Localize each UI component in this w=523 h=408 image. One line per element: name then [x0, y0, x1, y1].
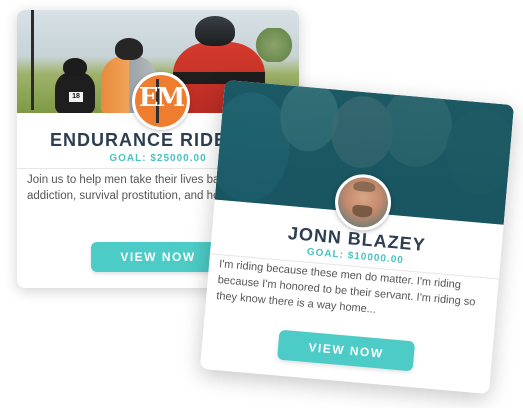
- rider-card[interactable]: JONN BLAZEY GOAL: $10000.00 I'm riding b…: [199, 79, 515, 395]
- campaign-cards-stage: 18 EM ENDURANCE RIDE 201 GOAL: $25000.00…: [0, 0, 523, 408]
- event-view-now-button[interactable]: VIEW NOW: [91, 242, 225, 272]
- logo-text: EM: [138, 83, 186, 113]
- rider-bib: 18: [69, 92, 83, 102]
- hero-pole: [31, 10, 34, 110]
- rider-view-now-button[interactable]: VIEW NOW: [277, 329, 416, 372]
- hero-tree: [255, 28, 293, 62]
- organization-logo-icon: EM: [132, 72, 190, 130]
